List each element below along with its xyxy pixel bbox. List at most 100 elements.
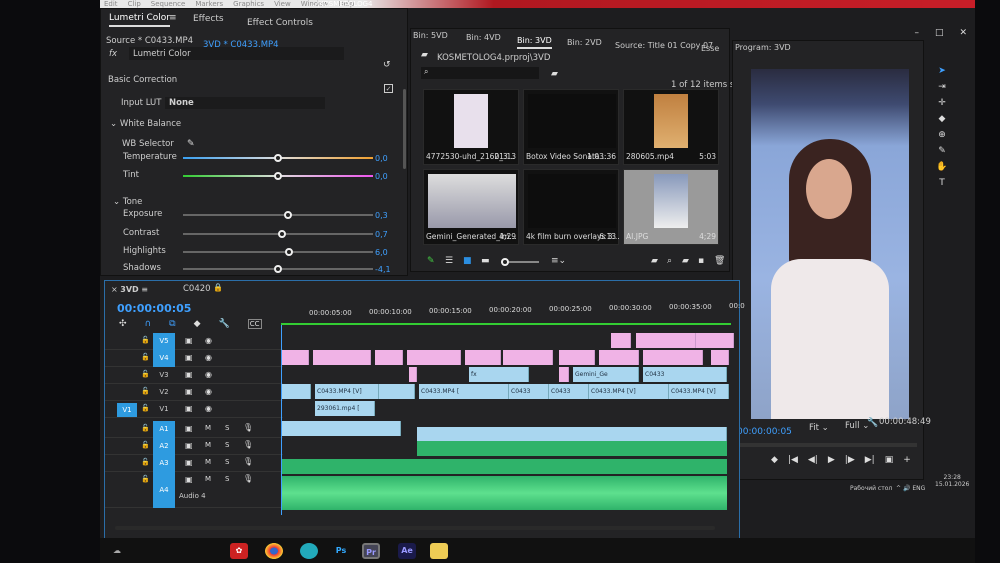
timeline-clip[interactable]: [559, 367, 569, 382]
timeline-clip[interactable]: [407, 350, 461, 365]
desktop-label[interactable]: Рабочий стол: [850, 485, 892, 492]
video-track-header[interactable]: 🔓 V5 ▣ ◉: [105, 333, 283, 350]
sync-lock-icon[interactable]: ▣: [185, 425, 193, 433]
add-marker-icon[interactable]: ◆: [194, 319, 201, 329]
selection-tool-icon[interactable]: ➤: [938, 66, 946, 76]
track-select-tool-icon[interactable]: ⇥: [938, 82, 946, 92]
timeline-clip[interactable]: [417, 427, 727, 442]
enable-checkbox[interactable]: ✓: [384, 84, 393, 93]
bin-item[interactable]: AI.JPG 4;29: [623, 169, 719, 245]
type-tool-icon[interactable]: T: [939, 178, 945, 188]
tab-source-title[interactable]: Source: Title 01 Copy 07: [615, 41, 713, 50]
timeline-clip[interactable]: C0433: [643, 367, 727, 382]
new-bin-button[interactable]: ▰: [682, 257, 689, 266]
slider-temperature[interactable]: [183, 154, 373, 162]
list-view-icon[interactable]: ☰: [445, 257, 453, 266]
minimize-button[interactable]: –: [914, 28, 919, 38]
nest-icon[interactable]: ✣: [119, 319, 127, 329]
sync-lock-icon[interactable]: ▣: [185, 476, 193, 484]
fit-dropdown[interactable]: Fit ⌄: [809, 423, 829, 433]
solo-button[interactable]: S: [225, 459, 229, 466]
slider-value[interactable]: 0,7: [375, 230, 388, 239]
menu-edit[interactable]: Edit: [104, 0, 118, 8]
timeline-clip[interactable]: [379, 384, 415, 399]
sync-lock-icon[interactable]: ▣: [185, 354, 193, 362]
tone-heading[interactable]: ⌄ Tone: [113, 197, 142, 207]
tab-effect-controls[interactable]: Effect Controls: [247, 18, 313, 28]
step-back-icon[interactable]: ◀|: [808, 455, 818, 465]
snap-icon[interactable]: ∩: [145, 319, 152, 329]
track-target[interactable]: V1: [153, 401, 175, 418]
new-item-icon[interactable]: ▪: [698, 257, 704, 266]
slider-shadows[interactable]: [183, 265, 373, 273]
timeline-clip[interactable]: [281, 384, 311, 399]
white-balance-heading[interactable]: ⌄ White Balance: [110, 119, 181, 129]
track-target[interactable]: V2: [153, 384, 175, 401]
creative-cloud-icon[interactable]: ☁: [108, 543, 126, 559]
hand-tool-icon[interactable]: ✋: [936, 162, 947, 172]
timeline-clip[interactable]: [696, 333, 734, 348]
app-red-icon[interactable]: ✿: [230, 543, 248, 559]
input-lut-dropdown[interactable]: None: [165, 97, 325, 109]
bin-item[interactable]: Gemini_Generated_Im... 4;29: [423, 169, 519, 245]
reset-icon[interactable]: ↺: [383, 61, 391, 70]
timeline-clip[interactable]: [281, 421, 401, 436]
slider-tint[interactable]: [183, 172, 373, 180]
program-title[interactable]: Program: 3VD: [735, 43, 791, 52]
automate-icon[interactable]: ▰: [651, 257, 658, 266]
tab-bin-3vd[interactable]: Bin: 3VD: [517, 36, 552, 49]
video-track-header[interactable]: V1 🔓 V1 ▣ ◉: [105, 401, 283, 418]
add-button-icon[interactable]: +: [903, 455, 911, 465]
zoom-slider[interactable]: [501, 258, 539, 266]
horizontal-scrollbar[interactable]: [115, 526, 715, 530]
razor-tool-icon[interactable]: ◆: [939, 114, 946, 124]
lock-track-icon[interactable]: 🔓: [141, 405, 150, 412]
solo-button[interactable]: S: [225, 425, 229, 432]
timeline-clip[interactable]: [643, 350, 703, 365]
maximize-button[interactable]: □: [935, 28, 944, 38]
timeline-clip[interactable]: C0433.MP4 [V]: [589, 384, 669, 399]
voiceover-icon[interactable]: 🎙: [243, 424, 253, 432]
eye-icon[interactable]: ◉: [205, 405, 212, 413]
slider-knob[interactable]: [274, 154, 282, 162]
file-explorer-icon[interactable]: [430, 543, 448, 559]
solo-button[interactable]: S: [225, 442, 229, 449]
eye-icon[interactable]: ◉: [205, 337, 212, 345]
slider-value[interactable]: -4,1: [375, 265, 391, 274]
source-patch[interactable]: V1: [117, 403, 137, 417]
linked-selection-icon[interactable]: ⧉: [169, 319, 175, 329]
timeline-clip[interactable]: fx: [469, 367, 529, 382]
timeline-clip[interactable]: C0433: [549, 384, 589, 399]
freeform-view-icon[interactable]: ▬: [481, 257, 490, 266]
step-forward-icon[interactable]: |▶: [845, 455, 855, 465]
timeline-clip[interactable]: [375, 350, 403, 365]
scrollbar[interactable]: [403, 89, 406, 169]
program-timecode[interactable]: 00:00:00:05: [737, 427, 792, 437]
timeline-clip[interactable]: C0433: [509, 384, 549, 399]
eye-icon[interactable]: ◉: [205, 371, 212, 379]
telegram-icon[interactable]: [300, 543, 318, 559]
menu-sequence[interactable]: Sequence: [151, 0, 186, 8]
slider-contrast[interactable]: [183, 230, 373, 238]
track-target[interactable]: V3: [153, 367, 175, 384]
timeline-clip[interactable]: [417, 441, 727, 456]
bin-item[interactable]: 280605.mp4 5:03: [623, 89, 719, 165]
bin-item[interactable]: 4k film burn overlays 3... 6:13: [523, 169, 620, 245]
photoshop-icon[interactable]: Ps: [332, 543, 350, 559]
lock-track-icon[interactable]: 🔓: [141, 476, 150, 483]
sync-lock-icon[interactable]: ▣: [185, 371, 193, 379]
trash-icon[interactable]: 🗑: [714, 257, 725, 266]
eye-icon[interactable]: ◉: [205, 354, 212, 362]
timeline-clip[interactable]: [281, 350, 309, 365]
ripple-edit-tool-icon[interactable]: ✛: [938, 98, 946, 108]
track-target[interactable]: V4: [153, 350, 175, 367]
sync-lock-icon[interactable]: ▣: [185, 442, 193, 450]
slider-value[interactable]: 0,3: [375, 211, 388, 220]
video-track-header[interactable]: 🔓 V2 ▣ ◉: [105, 384, 283, 401]
slip-tool-icon[interactable]: ⊕: [938, 130, 946, 140]
sync-lock-icon[interactable]: ▣: [185, 388, 193, 396]
mute-button[interactable]: M: [205, 425, 211, 432]
sync-lock-icon[interactable]: ▣: [185, 405, 193, 413]
pen-tool-icon[interactable]: ✎: [938, 146, 946, 156]
slider-knob[interactable]: [285, 248, 294, 256]
